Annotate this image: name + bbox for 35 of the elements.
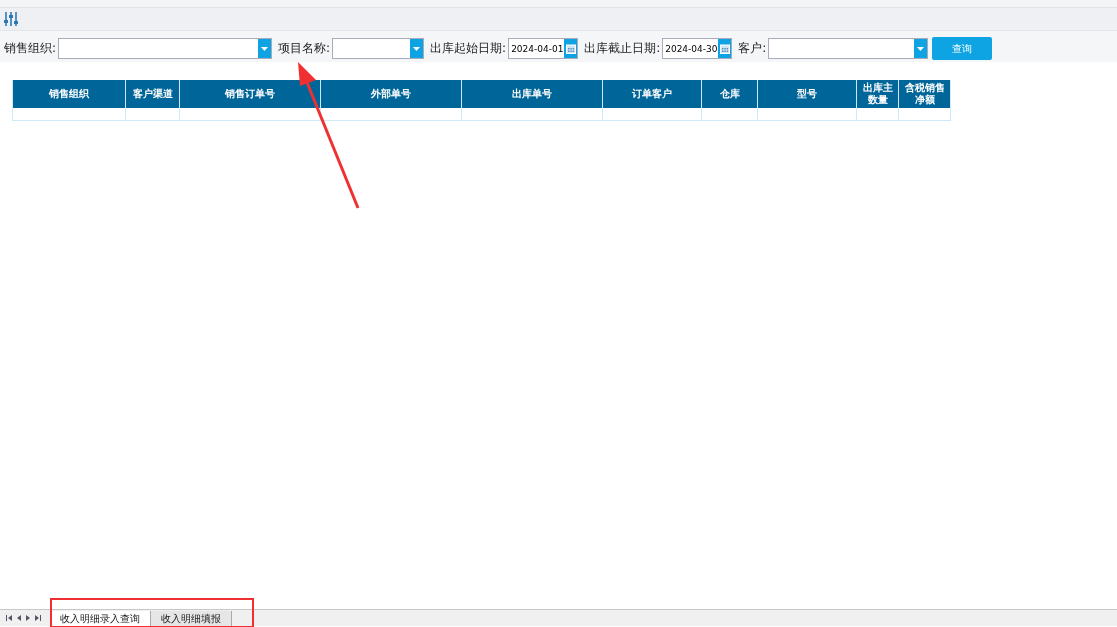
column-header: 仓库 bbox=[701, 80, 757, 108]
table-cell bbox=[701, 108, 757, 121]
field-label: 项目名称: bbox=[278, 40, 331, 57]
field-label: 客户: bbox=[738, 40, 767, 57]
date-field[interactable]: 2024-04-01 bbox=[508, 38, 579, 59]
dropdown-field[interactable] bbox=[332, 38, 425, 59]
column-header: 外部单号 bbox=[320, 80, 461, 108]
caret-icon bbox=[261, 46, 269, 51]
next-sheet-icon[interactable] bbox=[26, 615, 30, 621]
caret-icon bbox=[917, 46, 925, 51]
dropdown-field[interactable] bbox=[768, 38, 929, 59]
table-cell bbox=[856, 108, 898, 121]
column-header: 型号 bbox=[757, 80, 856, 108]
column-header: 客户渠道 bbox=[125, 80, 179, 108]
column-header: 出库主数量 bbox=[856, 80, 898, 108]
field-label: 销售组织: bbox=[4, 40, 57, 57]
last-sheet-icon[interactable] bbox=[35, 615, 41, 621]
previous-sheet-icon[interactable] bbox=[17, 615, 21, 621]
column-header: 订单客户 bbox=[602, 80, 701, 108]
field-label: 出库起始日期: bbox=[430, 40, 507, 57]
settings-icon[interactable] bbox=[4, 11, 18, 27]
first-sheet-icon[interactable] bbox=[6, 615, 12, 621]
column-header: 含税销售净额 bbox=[898, 80, 951, 108]
table-cell bbox=[125, 108, 179, 121]
table-cell bbox=[898, 108, 951, 121]
column-header: 销售组织 bbox=[12, 80, 125, 108]
calendar-icon[interactable] bbox=[719, 43, 730, 54]
sheet-tab[interactable]: 收入明细录入查询 bbox=[50, 611, 151, 626]
sheet-tab[interactable]: 收入明细填报 bbox=[151, 611, 232, 626]
dropdown-field[interactable] bbox=[58, 38, 273, 59]
column-header: 出库单号 bbox=[461, 80, 602, 108]
date-field[interactable]: 2024-04-30 bbox=[662, 38, 733, 59]
caret-icon bbox=[413, 46, 421, 51]
field-label: 出库截止日期: bbox=[584, 40, 661, 57]
calendar-icon[interactable] bbox=[565, 43, 576, 54]
